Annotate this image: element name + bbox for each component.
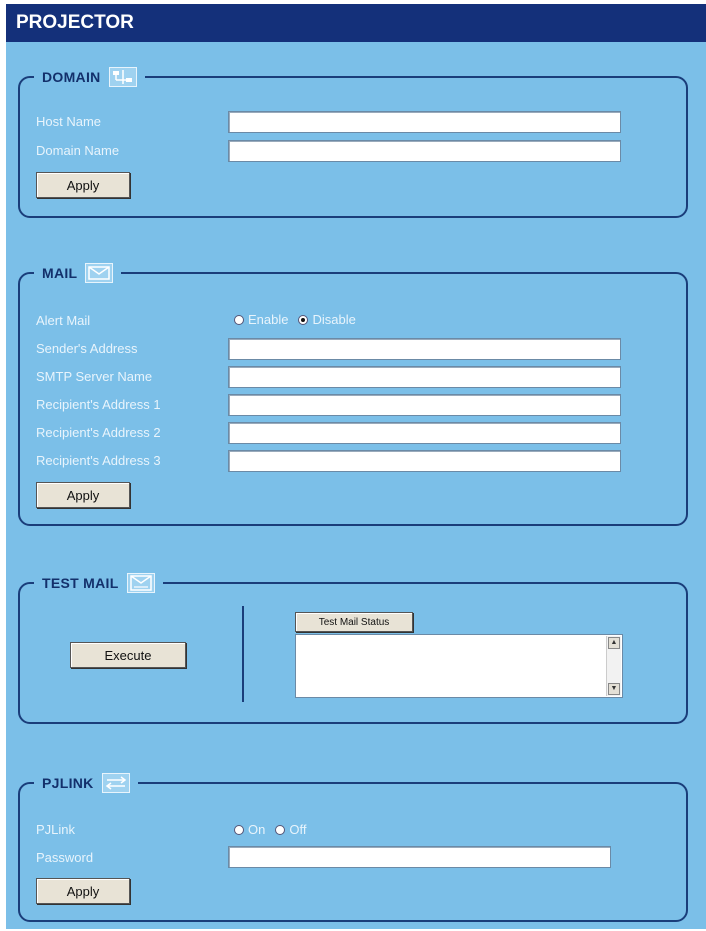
domain-section: DOMAIN Host Name Domain Name Apply — [18, 64, 688, 218]
recipient-address-3-input[interactable] — [228, 450, 621, 472]
domain-title: DOMAIN — [42, 69, 101, 85]
page-title: PROJECTOR — [6, 4, 706, 42]
envelope-icon — [85, 263, 114, 283]
smtp-server-label: SMTP Server Name — [36, 369, 153, 384]
domain-apply-button[interactable]: Apply — [36, 172, 130, 198]
domain-legend: DOMAIN — [34, 64, 145, 90]
network-icon — [108, 67, 137, 87]
alert-enable-label: Enable — [248, 312, 289, 327]
status-scrollbar[interactable]: ▲ ▼ — [606, 636, 621, 696]
alert-mail-radio-group: Enable Disable — [234, 312, 366, 327]
pjlink-radio-group: On Off — [234, 822, 316, 837]
test-mail-status-button[interactable]: Test Mail Status — [295, 612, 413, 632]
domain-name-label: Domain Name — [36, 143, 120, 158]
pjlink-title: PJLINK — [42, 775, 94, 791]
test-mail-section: TEST MAIL Execute Test Mail Status ▲ ▼ — [18, 570, 688, 724]
scroll-up-icon[interactable]: ▲ — [608, 637, 620, 649]
mail-apply-button[interactable]: Apply — [36, 482, 130, 508]
recipient-address-1-input[interactable] — [228, 394, 621, 416]
pjlink-apply-button[interactable]: Apply — [36, 878, 130, 904]
recipient-address-2-label: Recipient's Address 2 — [36, 425, 161, 440]
projector-panel: PROJECTOR DOMAIN Host Name Domain Name A… — [6, 4, 706, 929]
pjlink-section: PJLINK PJLink On Off Password Apply — [18, 770, 688, 922]
mail-legend: MAIL — [34, 260, 122, 286]
test-mail-status-box[interactable]: ▲ ▼ — [295, 634, 623, 698]
alert-disable-radio[interactable] — [298, 314, 309, 325]
envelope-test-icon — [126, 573, 155, 593]
host-name-input[interactable] — [228, 111, 621, 133]
domain-name-input[interactable] — [228, 140, 621, 162]
sender-address-input[interactable] — [228, 338, 621, 360]
pjlink-label: PJLink — [36, 822, 76, 837]
pjlink-on-radio[interactable] — [234, 824, 244, 835]
pjlink-legend: PJLINK — [34, 770, 138, 796]
alert-disable-label: Disable — [312, 312, 356, 327]
pjlink-off-radio[interactable] — [275, 824, 286, 835]
execute-button[interactable]: Execute — [70, 642, 186, 668]
recipient-address-2-input[interactable] — [228, 422, 621, 444]
mail-section: MAIL Alert Mail Enable Disable Sender's … — [18, 260, 688, 526]
sender-address-label: Sender's Address — [36, 341, 138, 356]
host-name-label: Host Name — [36, 114, 102, 129]
smtp-server-input[interactable] — [228, 366, 621, 388]
vertical-divider — [242, 606, 244, 702]
mail-title: MAIL — [42, 265, 78, 281]
recipient-address-1-label: Recipient's Address 1 — [36, 397, 161, 412]
scroll-down-icon[interactable]: ▼ — [608, 683, 620, 695]
test-mail-title: TEST MAIL — [42, 575, 119, 591]
pjlink-on-label: On — [248, 822, 266, 837]
link-arrows-icon — [101, 773, 130, 793]
password-label: Password — [36, 850, 94, 865]
password-input[interactable] — [228, 846, 611, 868]
pjlink-off-label: Off — [289, 822, 307, 837]
alert-enable-radio[interactable] — [234, 314, 244, 325]
alert-mail-label: Alert Mail — [36, 313, 91, 328]
recipient-address-3-label: Recipient's Address 3 — [36, 453, 161, 468]
test-mail-legend: TEST MAIL — [34, 570, 163, 596]
